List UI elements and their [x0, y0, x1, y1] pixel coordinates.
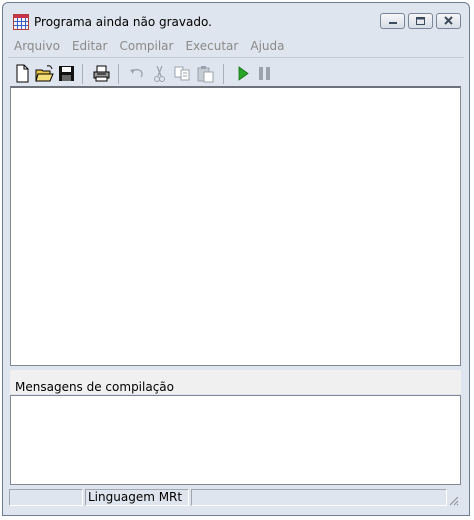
messages-area[interactable]	[10, 395, 461, 485]
toolbar-separator	[118, 64, 119, 84]
status-pane-1	[9, 489, 83, 506]
open-button[interactable]	[34, 63, 55, 84]
resize-grip-icon[interactable]	[447, 494, 459, 506]
copy-button[interactable]	[172, 63, 193, 84]
minimize-button[interactable]	[380, 13, 405, 29]
caption-buttons	[380, 13, 461, 29]
toolbar	[8, 57, 464, 86]
menu-arquivo[interactable]: Arquivo	[8, 37, 66, 55]
undo-button[interactable]	[126, 63, 147, 84]
open-folder-icon	[35, 65, 54, 82]
pause-button[interactable]	[254, 63, 275, 84]
status-bar: Linguagem MRt	[5, 488, 461, 508]
toolbar-separator	[82, 64, 83, 84]
minimize-icon	[389, 22, 397, 24]
new-file-button[interactable]	[12, 63, 33, 84]
save-button[interactable]	[56, 63, 77, 84]
pause-icon	[259, 67, 270, 80]
menu-compilar[interactable]: Compilar	[113, 37, 179, 55]
run-button[interactable]	[232, 63, 253, 84]
copy-icon	[174, 66, 190, 81]
title-bar[interactable]: Programa ainda não gravado.	[3, 3, 469, 37]
close-button[interactable]	[436, 13, 461, 29]
maximize-button[interactable]	[408, 13, 433, 29]
code-editor[interactable]	[10, 86, 461, 366]
menu-editar[interactable]: Editar	[66, 37, 114, 55]
cut-button[interactable]	[149, 63, 170, 84]
status-pane-3	[191, 489, 447, 506]
window-title: Programa ainda não gravado.	[34, 15, 212, 29]
toolbar-separator	[223, 64, 224, 84]
save-disk-icon	[59, 66, 74, 81]
menu-ajuda[interactable]: Ajuda	[244, 37, 290, 55]
new-file-icon	[16, 64, 29, 83]
print-button[interactable]	[91, 63, 112, 84]
paste-button[interactable]	[195, 63, 216, 84]
status-language: Linguagem MRt	[85, 489, 189, 506]
maximize-icon	[416, 17, 425, 25]
paste-icon	[197, 66, 214, 83]
close-icon	[444, 16, 453, 25]
menu-executar[interactable]: Executar	[179, 37, 244, 55]
printer-icon	[93, 65, 110, 82]
play-icon	[238, 66, 249, 81]
menu-bar: Arquivo Editar Compilar Executar Ajuda	[8, 37, 464, 55]
messages-label: Mensagens de compilação	[15, 380, 174, 394]
app-icon[interactable]	[13, 14, 29, 30]
scissors-icon	[154, 65, 165, 82]
undo-icon	[130, 69, 143, 78]
